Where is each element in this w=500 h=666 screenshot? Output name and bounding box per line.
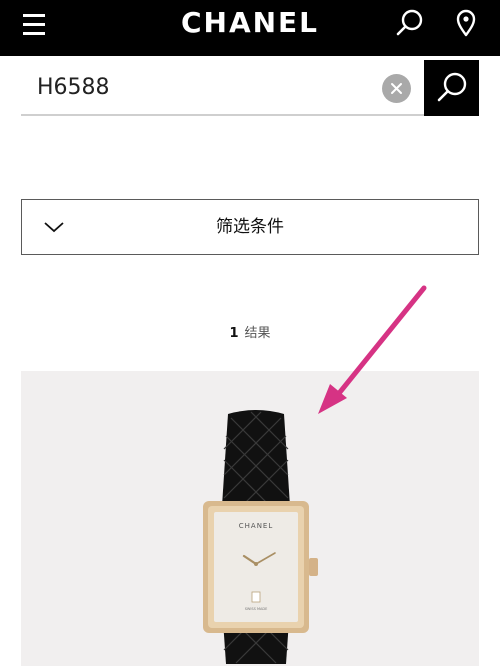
product-card[interactable]: CHANEL SWISS MADE [21,371,479,666]
hamburger-menu-icon[interactable] [18,10,52,40]
search-submit-button[interactable] [424,60,479,116]
filter-button[interactable]: 筛选条件 [21,199,479,255]
search-input[interactable] [37,68,367,106]
watch-brand-text: CHANEL [239,522,274,530]
search-icon[interactable] [393,6,427,40]
location-pin-icon[interactable] [449,6,483,40]
clear-icon[interactable] [382,74,411,103]
chanel-logo[interactable]: CHANEL [150,3,350,43]
filter-label: 筛选条件 [216,217,284,237]
search-icon [437,72,467,102]
search-bar [21,60,424,116]
results-number: 1 [229,326,239,341]
watch-image: CHANEL SWISS MADE [203,410,318,664]
results-count: 1 结果 [150,322,350,342]
results-label: 结果 [244,326,271,341]
app-root: CHANEL H6588 筛选条件 1 结果 CHANEL SWISS MADE [0,0,500,666]
watch-swiss-made-text: SWISS MADE [245,607,268,611]
top-nav-bar: CHANEL [0,0,500,56]
